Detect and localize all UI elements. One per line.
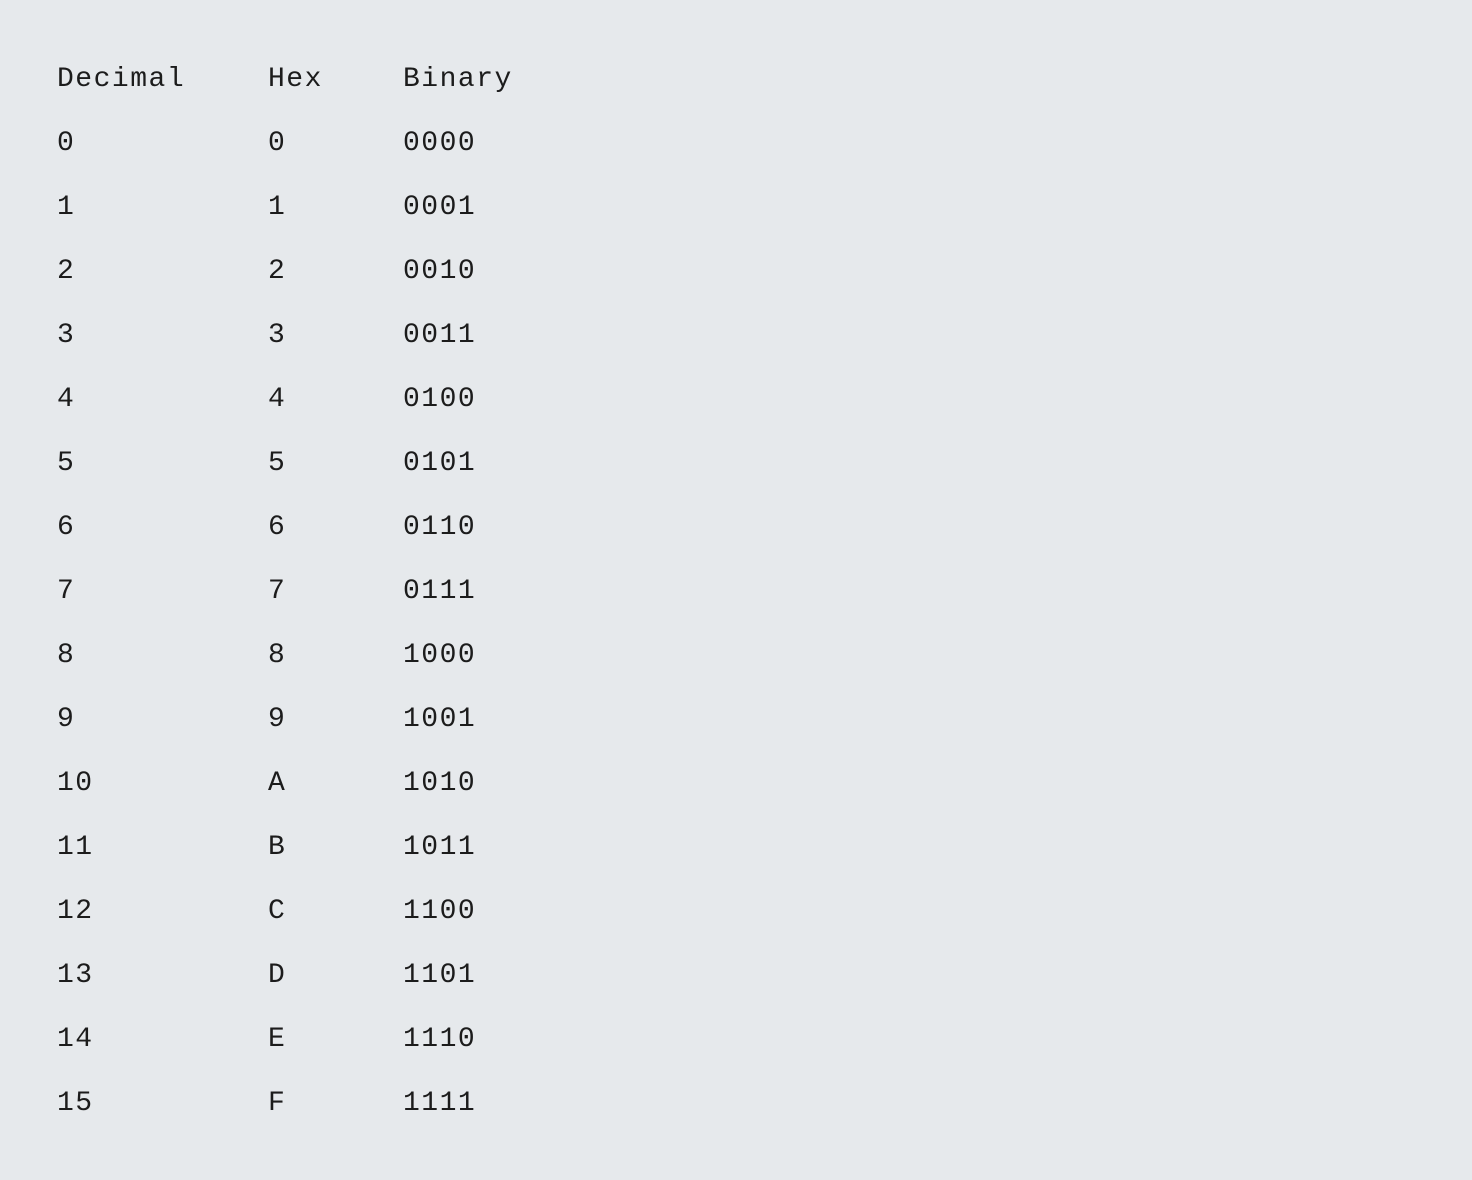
table-row: 6 6 0110 [57,495,603,559]
binary-cell: 1010 [403,767,477,799]
hex-cell: 8 [268,639,287,671]
decimal-cell: 15 [57,1087,94,1119]
binary-cell: 1110 [403,1023,477,1055]
table-row: 2 2 0010 [57,239,603,303]
decimal-cell: 12 [57,895,94,927]
binary-cell: 1000 [403,639,477,671]
binary-cell: 1001 [403,703,477,735]
hex-cell: D [268,959,287,991]
conversion-table-container: Decimal Hex Binary 0 0 0000 1 1 0001 2 2… [57,47,603,1135]
table-row: 12 C 1100 [57,879,603,943]
hex-cell: 4 [268,383,287,415]
table-row: 4 4 0100 [57,367,603,431]
binary-cell: 1011 [403,831,477,863]
hex-cell: 9 [268,703,287,735]
decimal-cell: 10 [57,767,94,799]
table-row: 1 1 0001 [57,175,603,239]
decimal-cell: 11 [57,831,94,863]
hex-cell: 1 [268,191,287,223]
binary-cell: 0110 [403,511,477,543]
binary-cell: 0010 [403,255,477,287]
table-row: 0 0 0000 [57,111,603,175]
binary-cell: 0111 [403,575,477,607]
binary-cell: 0011 [403,319,477,351]
decimal-cell: 5 [57,447,76,479]
hex-column-header: Hex [268,63,323,95]
table-row: 10 A 1010 [57,751,603,815]
hex-cell: E [268,1023,287,1055]
table-header: Decimal Hex Binary [57,47,603,111]
hex-cell: 6 [268,511,287,543]
binary-cell: 1101 [403,959,477,991]
table-row: 14 E 1110 [57,1007,603,1071]
hex-cell: 7 [268,575,287,607]
hex-cell: A [268,767,287,799]
binary-cell: 0100 [403,383,477,415]
binary-cell: 0101 [403,447,477,479]
header-row: Decimal Hex Binary [57,47,603,111]
decimal-cell: 6 [57,511,76,543]
table-body: 0 0 0000 1 1 0001 2 2 0010 3 3 0011 4 4 [57,111,603,1135]
decimal-cell: 0 [57,127,76,159]
table-row: 7 7 0111 [57,559,603,623]
decimal-cell: 7 [57,575,76,607]
hex-cell: 0 [268,127,287,159]
table-row: 13 D 1101 [57,943,603,1007]
hex-cell: 2 [268,255,287,287]
binary-column-header: Binary [403,63,513,95]
hex-cell: B [268,831,287,863]
decimal-cell: 1 [57,191,76,223]
binary-cell: 0001 [403,191,477,223]
table-row: 11 B 1011 [57,815,603,879]
decimal-hex-binary-table: Decimal Hex Binary 0 0 0000 1 1 0001 2 2… [57,47,603,1135]
binary-cell: 0000 [403,127,477,159]
decimal-cell: 14 [57,1023,94,1055]
decimal-cell: 8 [57,639,76,671]
table-row: 15 F 1111 [57,1071,603,1135]
table-row: 9 9 1001 [57,687,603,751]
hex-cell: 3 [268,319,287,351]
decimal-cell: 4 [57,383,76,415]
decimal-cell: 9 [57,703,76,735]
table-row: 8 8 1000 [57,623,603,687]
table-row: 5 5 0101 [57,431,603,495]
table-row: 3 3 0011 [57,303,603,367]
binary-cell: 1111 [403,1087,477,1119]
decimal-cell: 3 [57,319,76,351]
hex-cell: 5 [268,447,287,479]
hex-cell: F [268,1087,287,1119]
binary-cell: 1100 [403,895,477,927]
hex-cell: C [268,895,287,927]
decimal-cell: 13 [57,959,94,991]
decimal-cell: 2 [57,255,76,287]
decimal-column-header: Decimal [57,63,186,95]
